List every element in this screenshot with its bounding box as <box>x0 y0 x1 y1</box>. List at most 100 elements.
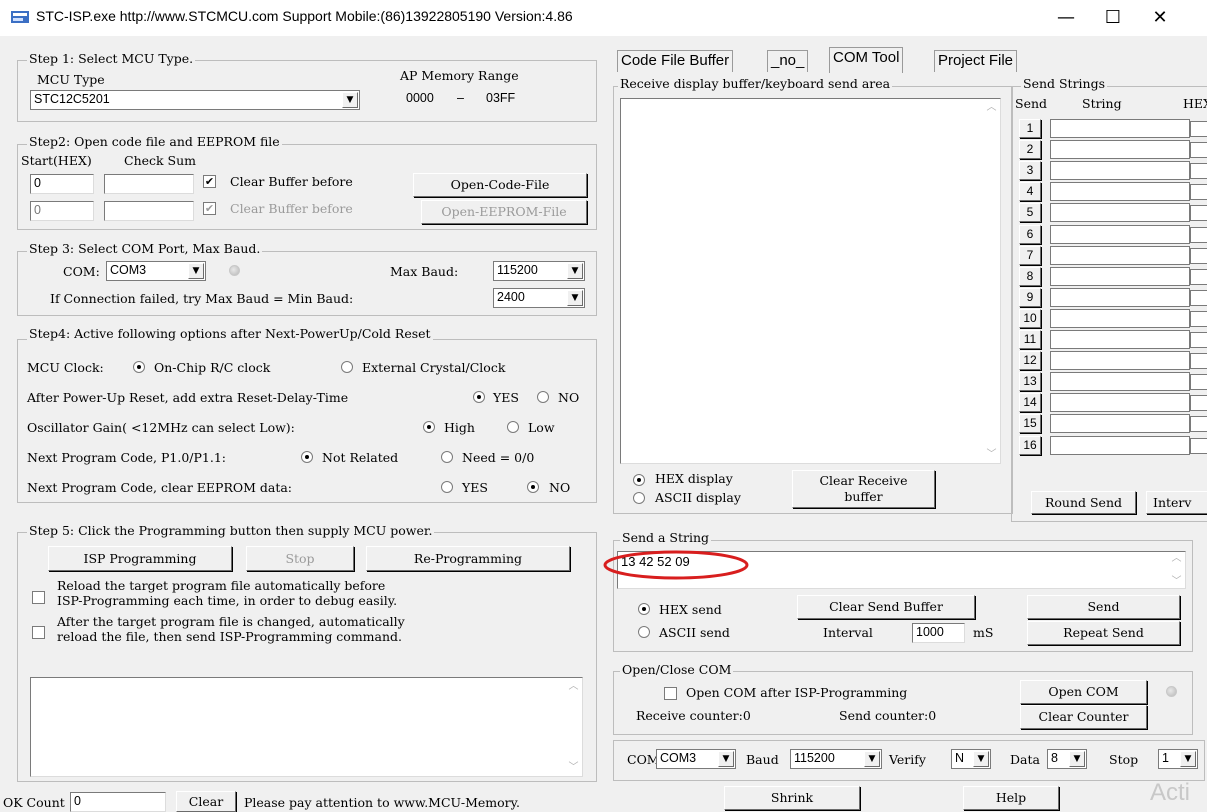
reload-auto-checkbox[interactable] <box>32 591 45 604</box>
stop-button[interactable]: Stop <box>246 546 354 571</box>
round-send-button[interactable]: Round Send <box>1031 491 1136 514</box>
send-button[interactable]: Send <box>1027 595 1180 619</box>
send-row-string-input[interactable] <box>1050 161 1190 181</box>
send-row-string-input[interactable] <box>1050 351 1190 371</box>
send-row-button[interactable]: 5 <box>1019 203 1041 223</box>
send-row-hex-checkbox[interactable] <box>1190 121 1207 137</box>
repeat-send-button[interactable]: Repeat Send <box>1027 621 1180 645</box>
open-com-button[interactable]: Open COM <box>1020 680 1147 704</box>
send-scrollbar[interactable]: ︿ ﹀ <box>1168 552 1185 588</box>
isp-log-textarea[interactable]: ︿ ﹀ <box>30 677 583 777</box>
shrink-button[interactable]: Shrink <box>724 786 860 810</box>
stop-bits-select[interactable]: 1 ▼ <box>1158 749 1198 769</box>
data-bits-select[interactable]: 8 ▼ <box>1047 749 1087 769</box>
help-button[interactable]: Help <box>963 786 1059 810</box>
send-row-hex-checkbox[interactable] <box>1190 289 1207 306</box>
receive-scrollbar[interactable]: ︿ ﹀ <box>983 99 1000 463</box>
send-row-hex-checkbox[interactable] <box>1190 268 1207 285</box>
send-row-button[interactable]: 4 <box>1019 182 1041 202</box>
tab-no[interactable]: _no_ <box>767 50 809 72</box>
send-row-hex-checkbox[interactable] <box>1190 163 1207 180</box>
scroll-up-icon[interactable]: ︿ <box>1168 552 1185 565</box>
mcu-clock-external-radio[interactable] <box>341 361 353 373</box>
need-00-radio[interactable] <box>441 451 453 463</box>
send-row-hex-checkbox[interactable] <box>1190 353 1207 370</box>
reset-delay-no-radio[interactable] <box>537 391 549 403</box>
osc-gain-low-radio[interactable] <box>507 421 519 433</box>
mcu-clock-rc-radio[interactable] <box>133 361 145 373</box>
send-row-button[interactable]: 15 <box>1019 414 1041 434</box>
scroll-up-icon[interactable]: ︿ <box>565 678 582 695</box>
send-row-string-input[interactable] <box>1050 372 1190 392</box>
clear-receive-buffer-button[interactable]: Clear Receive buffer <box>792 470 935 508</box>
com-settings-com-select[interactable]: COM3 ▼ <box>656 749 736 769</box>
ascii-send-radio[interactable] <box>638 626 650 638</box>
log-scrollbar[interactable]: ︿ ﹀ <box>565 678 582 776</box>
receive-textarea[interactable]: ︿ ﹀ <box>620 98 1001 464</box>
hex-send-radio[interactable] <box>638 603 650 615</box>
osc-gain-high-radio[interactable] <box>423 421 435 433</box>
send-row-string-input[interactable] <box>1050 330 1190 349</box>
hex-display-radio[interactable] <box>633 474 645 486</box>
scroll-down-icon[interactable]: ﹀ <box>565 759 582 776</box>
send-row-string-input[interactable] <box>1050 245 1190 265</box>
send-row-hex-checkbox[interactable] <box>1190 142 1207 159</box>
send-row-button[interactable]: 10 <box>1019 308 1041 328</box>
send-row-string-input[interactable] <box>1050 393 1190 413</box>
send-row-hex-checkbox[interactable] <box>1190 226 1207 243</box>
send-row-button[interactable]: 2 <box>1019 140 1041 160</box>
send-row-string-input[interactable] <box>1050 203 1190 223</box>
send-row-string-input[interactable] <box>1050 182 1190 202</box>
tab-code-file-buffer[interactable]: Code File Buffer <box>617 50 734 72</box>
send-row-button[interactable]: 11 <box>1019 330 1041 349</box>
send-row-button[interactable]: 6 <box>1019 224 1041 244</box>
send-row-hex-checkbox[interactable] <box>1190 310 1207 327</box>
close-button[interactable]: ✕ <box>1137 4 1183 32</box>
maximize-button[interactable]: ☐ <box>1090 4 1136 32</box>
send-row-button[interactable]: 1 <box>1019 119 1041 138</box>
send-row-button[interactable]: 14 <box>1019 393 1041 413</box>
send-row-string-input[interactable] <box>1050 287 1190 307</box>
send-row-string-input[interactable] <box>1050 308 1190 328</box>
interval-button[interactable]: Interv <box>1146 491 1207 514</box>
send-row-button[interactable]: 13 <box>1019 372 1041 392</box>
send-row-button[interactable]: 3 <box>1019 161 1041 181</box>
ascii-display-radio[interactable] <box>633 492 645 504</box>
min-baud-select[interactable]: 2400 ▼ <box>493 288 585 308</box>
send-row-button[interactable]: 12 <box>1019 351 1041 371</box>
open-after-isp-checkbox[interactable] <box>664 687 677 700</box>
reload-on-change-checkbox[interactable] <box>32 626 45 639</box>
isp-programming-button[interactable]: ISP Programming <box>48 546 232 571</box>
send-row-hex-checkbox[interactable] <box>1190 374 1207 391</box>
clear-ok-count-button[interactable]: Clear <box>176 791 236 812</box>
send-row-hex-checkbox[interactable] <box>1190 416 1207 433</box>
scroll-up-icon[interactable]: ︿ <box>983 99 1000 116</box>
send-row-hex-checkbox[interactable] <box>1190 395 1207 412</box>
send-row-string-input[interactable] <box>1050 414 1190 434</box>
mcu-type-select[interactable]: STC12C5201 ▼ <box>30 90 360 110</box>
send-row-button[interactable]: 9 <box>1019 287 1041 307</box>
send-row-hex-checkbox[interactable] <box>1190 437 1207 454</box>
send-row-hex-checkbox[interactable] <box>1190 247 1207 264</box>
clear-buffer-checkbox[interactable]: ✔ <box>203 175 216 188</box>
tab-com-tool[interactable]: COM Tool <box>829 47 904 73</box>
re-programming-button[interactable]: Re-Programming <box>366 546 570 571</box>
tab-project-file[interactable]: Project File <box>934 50 1018 72</box>
clear-buffer-eeprom-checkbox[interactable]: ✔ <box>203 202 216 215</box>
open-eeprom-file-button[interactable]: Open-EEPROM-File <box>421 200 587 224</box>
reset-delay-yes-radio[interactable] <box>473 391 485 403</box>
clear-counter-button[interactable]: Clear Counter <box>1020 705 1147 729</box>
send-row-hex-checkbox[interactable] <box>1190 184 1207 201</box>
send-row-string-input[interactable] <box>1050 266 1190 286</box>
eeprom-start-input[interactable]: 0 <box>30 201 94 221</box>
send-row-string-input[interactable] <box>1050 140 1190 160</box>
clear-eeprom-yes-radio[interactable] <box>441 481 453 493</box>
minimize-button[interactable]: — <box>1043 4 1089 32</box>
open-code-file-button[interactable]: Open-Code-File <box>413 173 587 197</box>
interval-input[interactable]: 1000 <box>912 623 965 643</box>
send-row-string-input[interactable] <box>1050 224 1190 244</box>
send-row-string-input[interactable] <box>1050 119 1190 138</box>
scroll-down-icon[interactable]: ﹀ <box>1168 575 1185 588</box>
baud-select[interactable]: 115200 ▼ <box>790 749 882 769</box>
send-row-button[interactable]: 16 <box>1019 435 1041 455</box>
